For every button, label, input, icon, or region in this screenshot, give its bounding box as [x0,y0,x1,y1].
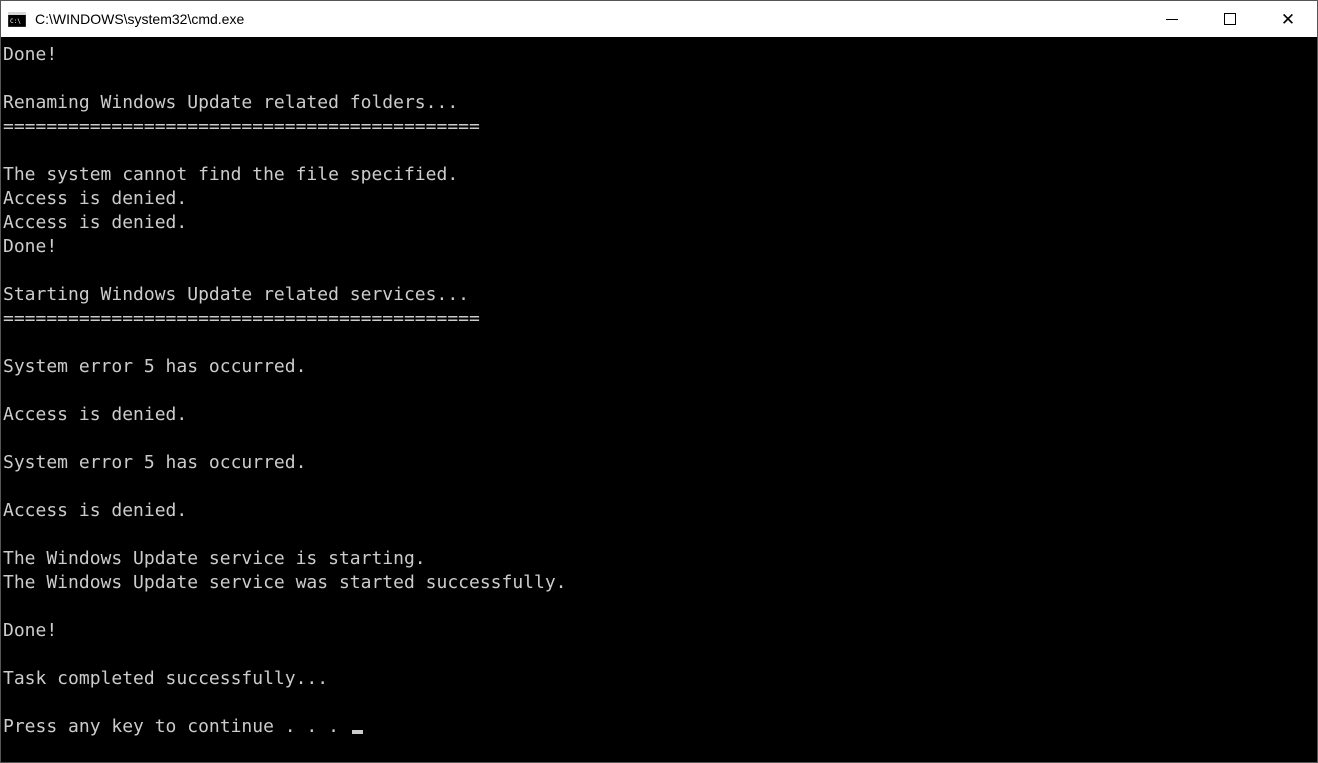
cursor [352,730,363,734]
maximize-icon [1224,13,1236,25]
close-icon: ✕ [1281,11,1295,28]
cmd-icon: C:\ [7,10,27,28]
console-output[interactable]: Done! Renaming Windows Update related fo… [1,37,1317,762]
minimize-icon [1166,19,1178,20]
titlebar[interactable]: C:\ C:\WINDOWS\system32\cmd.exe ✕ [1,1,1317,37]
maximize-button[interactable] [1201,1,1259,37]
svg-text:C:\: C:\ [10,18,21,25]
cmd-window: C:\ C:\WINDOWS\system32\cmd.exe ✕ Done! … [0,0,1318,763]
window-title: C:\WINDOWS\system32\cmd.exe [35,11,1143,27]
close-button[interactable]: ✕ [1259,1,1317,37]
console-text: Done! Renaming Windows Update related fo… [3,44,567,737]
minimize-button[interactable] [1143,1,1201,37]
window-controls: ✕ [1143,1,1317,37]
watermark-icon [1261,688,1307,734]
